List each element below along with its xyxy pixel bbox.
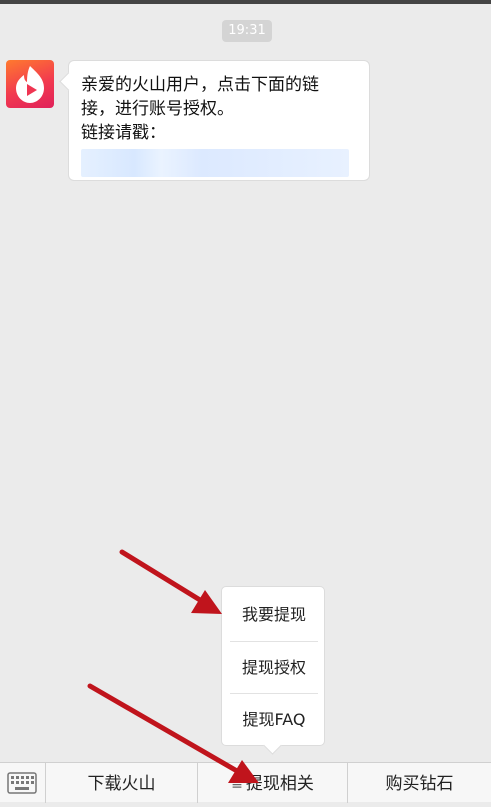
menu-button-withdraw[interactable]: ≡ 提现相关 <box>198 763 348 803</box>
submenu-lines-icon: ≡ <box>231 777 243 793</box>
sender-avatar[interactable] <box>6 60 54 108</box>
status-strip <box>0 0 491 4</box>
submenu-item-withdraw-faq[interactable]: 提现FAQ <box>230 693 318 746</box>
keyboard-icon <box>7 772 37 794</box>
message-line-1: 亲爱的火山用户，点击下面的链 <box>81 75 319 95</box>
menu-button-download[interactable]: 下载火山 <box>46 763 198 803</box>
bottom-menu-bar: 下载火山 ≡ 提现相关 购买钻石 <box>0 762 491 803</box>
submenu-item-withdraw[interactable]: 我要提现 <box>230 589 318 641</box>
volcano-play-icon <box>16 66 44 103</box>
message-timestamp: 19:31 <box>222 20 272 42</box>
menu-button-buy-diamonds[interactable]: 购买钻石 <box>348 763 491 803</box>
keyboard-toggle-button[interactable] <box>0 763 46 803</box>
annotation-arrow-top <box>119 549 222 614</box>
message-bubble: 亲爱的火山用户，点击下面的链 接，进行账号授权。 链接请戳： <box>59 60 370 181</box>
submenu-item-withdraw-authorize[interactable]: 提现授权 <box>230 641 318 694</box>
menu-button-download-label: 下载火山 <box>87 774 156 794</box>
blurred-link[interactable] <box>81 149 349 177</box>
message-line-2: 接，进行账号授权。 <box>81 99 234 119</box>
submenu-popup: 我要提现 提现授权 提现FAQ <box>221 586 325 755</box>
menu-button-buy-diamonds-label: 购买钻石 <box>385 774 454 794</box>
message-line-3: 链接请戳： <box>81 123 166 143</box>
menu-button-withdraw-label: 提现相关 <box>245 774 314 794</box>
